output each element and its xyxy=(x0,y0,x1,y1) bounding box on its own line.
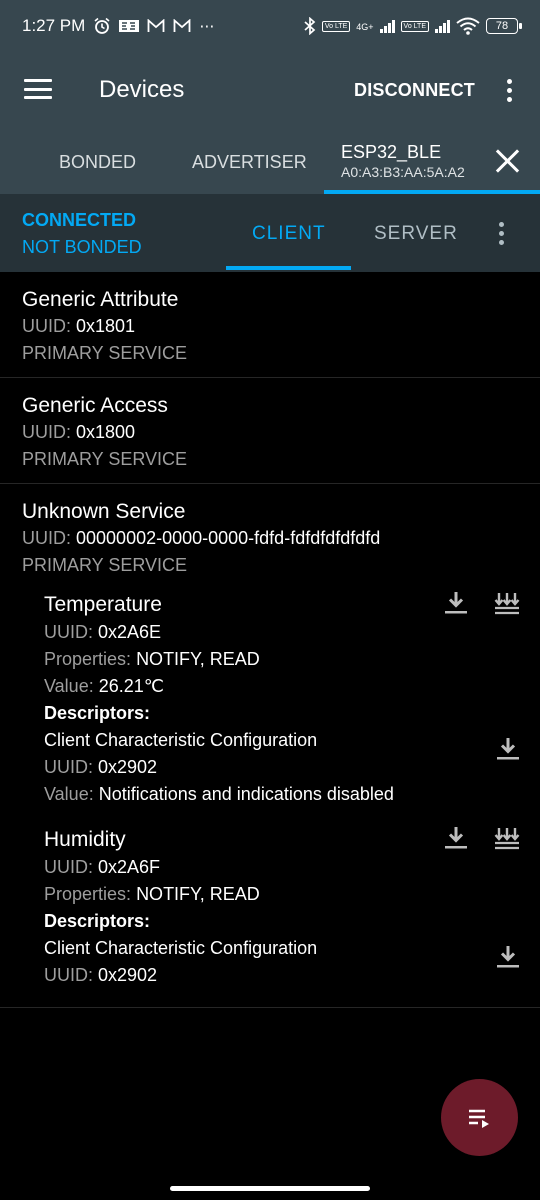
characteristic-uuid: 0x2A6E xyxy=(98,622,162,642)
properties-label: Properties: xyxy=(44,884,132,904)
status-bar: 1:27 PM ⋯ Vo LTE 4G+ Vo LTE 78 xyxy=(0,0,540,52)
tab-device-address[interactable]: A0:A3:B3:AA:5A:A2 xyxy=(341,164,465,180)
notify-icon[interactable] xyxy=(492,589,522,617)
value-label: Value: xyxy=(44,676,94,696)
descriptor-name: Client Characteristic Configuration xyxy=(44,730,318,750)
services-list: Generic Attribute UUID: 0x1801 PRIMARY S… xyxy=(0,272,540,1008)
service-item[interactable]: Generic Access UUID: 0x1800 PRIMARY SERV… xyxy=(0,378,540,484)
more-vert-icon[interactable] xyxy=(507,79,512,102)
app-bar: Devices DISCONNECT xyxy=(0,52,540,130)
uuid-label: UUID: xyxy=(44,857,93,877)
connection-bar: CONNECTED NOT BONDED CLIENT SERVER xyxy=(0,194,540,272)
network-type: 4G+ xyxy=(356,22,374,32)
value-label: Value: xyxy=(44,784,94,804)
uuid-label: UUID: xyxy=(44,965,93,985)
gmail-icon xyxy=(147,19,165,32)
client-tab-indicator xyxy=(226,266,351,270)
tab-device-name[interactable]: ESP32_BLE xyxy=(341,142,441,163)
service-name: Generic Attribute xyxy=(22,288,179,311)
uuid-label: UUID: xyxy=(22,316,71,336)
bond-status: NOT BONDED xyxy=(22,237,142,257)
gmail-icon xyxy=(173,19,191,32)
characteristic-value: 26.21℃ xyxy=(98,676,164,696)
descriptor-item[interactable]: Client Characteristic Configuration UUID… xyxy=(44,935,519,989)
volte-badge-sim2: Vo LTE xyxy=(400,20,429,32)
service-type: PRIMARY SERVICE xyxy=(22,343,188,363)
service-name: Unknown Service xyxy=(22,500,186,523)
characteristic-uuid: 0x2A6F xyxy=(98,857,161,877)
notify-icon[interactable] xyxy=(492,824,522,852)
tab-advertiser[interactable]: ADVERTISER xyxy=(192,152,307,173)
device-tabs: BONDED ADVERTISER ESP32_BLE A0:A3:B3:AA:… xyxy=(0,130,540,194)
tab-client[interactable]: CLIENT xyxy=(252,223,326,245)
wifi-icon xyxy=(456,17,480,35)
download-icon[interactable] xyxy=(494,735,522,763)
disconnect-button[interactable]: DISCONNECT xyxy=(354,80,475,101)
properties-label: Properties: xyxy=(44,649,132,669)
uuid-label: UUID: xyxy=(22,528,71,548)
signal-icon xyxy=(379,19,395,33)
uuid-label: UUID: xyxy=(44,622,93,642)
service-uuid: 0x1801 xyxy=(76,316,136,336)
characteristic-properties: NOTIFY, READ xyxy=(136,884,260,904)
more-notifications-icon: ⋯ xyxy=(199,18,215,35)
descriptor-uuid: 0x2902 xyxy=(98,965,158,985)
service-item[interactable]: Generic Attribute UUID: 0x1801 PRIMARY S… xyxy=(0,272,540,378)
descriptors-heading: Descriptors: xyxy=(44,703,151,723)
service-type: PRIMARY SERVICE xyxy=(22,555,188,575)
battery-icon: 78 xyxy=(486,18,522,34)
tab-server[interactable]: SERVER xyxy=(374,223,458,245)
signal-icon-sim2 xyxy=(435,19,450,33)
descriptor-item[interactable]: Client Characteristic Configuration UUID… xyxy=(44,727,519,808)
close-icon[interactable] xyxy=(494,148,520,174)
more-vert-icon[interactable] xyxy=(499,222,504,245)
characteristic-item[interactable]: Humidity UUID: 0x2A6F Properties: NOTIFY… xyxy=(0,808,540,989)
descriptor-value: Notifications and indications disabled xyxy=(98,784,394,804)
status-time: 1:27 PM xyxy=(22,16,86,35)
volte-badge: Vo LTE xyxy=(321,20,351,32)
alarm-icon xyxy=(94,17,110,34)
service-uuid: 0x1800 xyxy=(76,422,136,442)
descriptor-uuid: 0x2902 xyxy=(98,757,158,777)
gesture-nav-handle[interactable] xyxy=(170,1186,370,1191)
log-fab-button[interactable] xyxy=(441,1079,518,1156)
download-icon[interactable] xyxy=(494,943,522,971)
connection-status: CONNECTED xyxy=(22,210,137,230)
service-item[interactable]: Unknown Service UUID: 00000002-0000-0000… xyxy=(0,484,540,1008)
bluetooth-icon xyxy=(304,17,316,35)
tab-bonded[interactable]: BONDED xyxy=(59,152,136,173)
service-name: Generic Access xyxy=(22,394,168,417)
app-notification-icon xyxy=(119,20,140,32)
characteristic-properties: NOTIFY, READ xyxy=(136,649,260,669)
log-list-icon xyxy=(468,1109,489,1128)
uuid-label: UUID: xyxy=(22,422,71,442)
service-type: PRIMARY SERVICE xyxy=(22,449,188,469)
descriptors-heading: Descriptors: xyxy=(44,911,151,931)
descriptor-name: Client Characteristic Configuration xyxy=(44,938,318,958)
characteristic-item[interactable]: Temperature UUID: 0x2A6E Properties: NOT… xyxy=(0,579,540,808)
download-icon[interactable] xyxy=(442,589,470,617)
hamburger-menu-icon[interactable] xyxy=(24,79,52,99)
service-uuid: 00000002-0000-0000-fdfd-fdfdfdfdfdfd xyxy=(76,528,381,548)
page-title: Devices xyxy=(99,76,185,103)
uuid-label: UUID: xyxy=(44,757,93,777)
download-icon[interactable] xyxy=(442,824,470,852)
